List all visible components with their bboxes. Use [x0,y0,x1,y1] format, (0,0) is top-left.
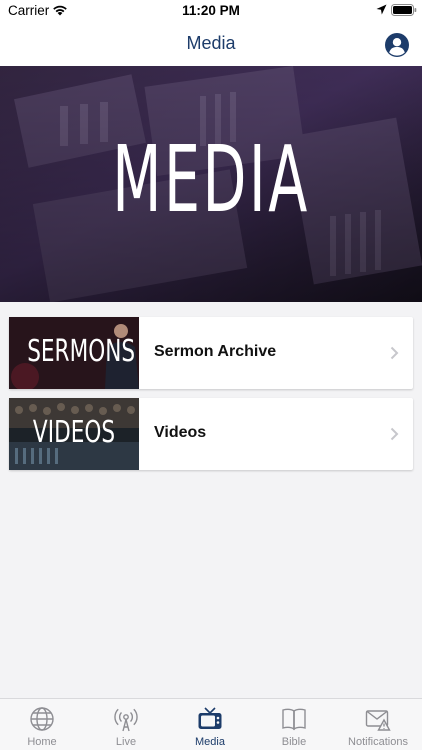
tab-bible-label: Bible [281,736,307,748]
globe-icon [30,707,54,731]
status-bar: Carrier 11:20 PM [0,0,422,22]
sermons-thumbnail-text: SERMONS [27,334,136,369]
hero-title: MEDIA [112,126,310,233]
tab-live-label: Live [115,736,137,748]
chevron-right-icon [390,427,399,441]
videos-thumbnail-text: VIDEOS [32,415,116,450]
videos-label: Videos [154,424,207,441]
navigation-bar: Media [0,22,422,66]
videos-thumbnail: VIDEOS [9,398,139,470]
tab-media-label: Media [195,736,225,748]
tab-media[interactable]: Media [168,699,252,750]
media-hero-banner: MEDIA [0,66,422,302]
sermon-archive-item[interactable]: SERMONS Sermon Archive [9,317,413,389]
tab-bible[interactable]: Bible [252,699,336,750]
chevron-right-icon [390,346,399,360]
broadcast-icon [114,708,138,732]
tab-bar: Home Live Media Bible Notifications [0,698,422,750]
sermons-thumbnail: SERMONS [9,317,139,389]
tab-notifications-label: Notifications [348,736,408,748]
videos-item[interactable]: VIDEOS Videos [9,398,413,470]
tab-home[interactable]: Home [0,699,84,750]
media-screen: Carrier 11:20 PM Media MEDIA SERMONS Ser… [0,0,422,750]
book-icon [282,708,306,731]
page-title: Media [186,33,236,53]
tab-notifications[interactable]: Notifications [336,699,420,750]
tab-home-label: Home [27,736,57,748]
mail-alert-icon [365,710,391,731]
battery-icon [391,4,417,16]
location-arrow-icon [376,4,387,15]
profile-icon[interactable] [385,33,409,57]
tab-live[interactable]: Live [84,699,168,750]
sermon-archive-label: Sermon Archive [154,343,277,360]
tv-icon [198,707,222,729]
status-time: 11:20 PM [182,3,240,18]
